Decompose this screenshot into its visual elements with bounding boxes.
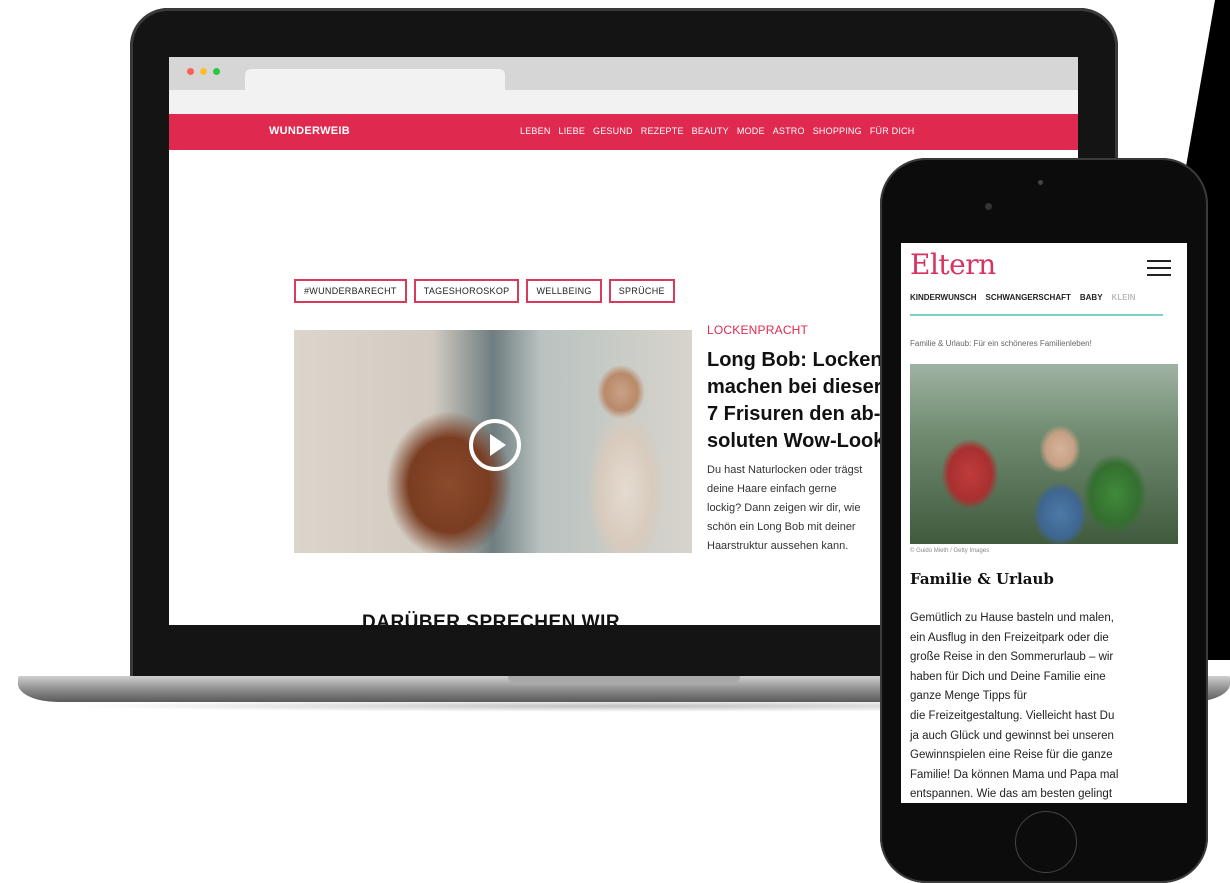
nav-item-mode[interactable]: MODE xyxy=(737,126,765,136)
breadcrumb: Familie & Urlaub: Für ein schöneres Fami… xyxy=(910,339,1092,348)
play-icon[interactable] xyxy=(469,419,521,471)
site-nav: LEBEN LIEBE GESUND REZEPTE BEAUTY MODE A… xyxy=(520,126,914,136)
nav-item-klein[interactable]: KLEIN xyxy=(1112,293,1136,302)
nav-divider xyxy=(910,314,1163,316)
home-button[interactable] xyxy=(1015,811,1077,873)
family-photo xyxy=(910,364,1178,544)
hamburger-menu-icon[interactable] xyxy=(1147,260,1171,281)
window-controls xyxy=(187,68,220,75)
image-caption: © Guido Mieth / Getty Images xyxy=(910,548,990,554)
eltern-nav: KINDERWUNSCH SCHWANGERSCHAFT BABY KLEIN xyxy=(910,293,1187,302)
nav-item-schwangerschaft[interactable]: SCHWANGERSCHAFT xyxy=(986,293,1071,302)
article-body: Gemütlich zu Hause basteln und malen, ei… xyxy=(910,612,1119,801)
nav-item-baby[interactable]: BABY xyxy=(1080,293,1103,302)
tag-list: #WUNDERBARECHT TAGESHOROSKOP WELLBEING S… xyxy=(294,279,675,303)
device-mockup: WUNDERWEIB LEBEN LIEBE GESUND REZEPTE BE… xyxy=(0,0,1230,883)
tag-wunderbarecht[interactable]: #WUNDERBARECHT xyxy=(294,279,407,303)
nav-item-rezepte[interactable]: REZEPTE xyxy=(641,126,684,136)
nav-item-shopping[interactable]: SHOPPING xyxy=(813,126,862,136)
site-logo[interactable]: WUNDERWEIB xyxy=(269,125,350,137)
nav-item-fuer-dich[interactable]: FÜR DICH xyxy=(870,126,915,136)
close-dot-icon[interactable] xyxy=(187,68,194,75)
tag-sprueche[interactable]: SPRÜCHE xyxy=(608,279,675,303)
minimize-dot-icon[interactable] xyxy=(200,68,207,75)
tag-tageshoroskop[interactable]: TAGESHOROSKOP xyxy=(413,279,520,303)
camera-icon xyxy=(985,203,992,210)
nav-item-beauty[interactable]: BEAUTY xyxy=(692,126,729,136)
nav-item-kinderwunsch[interactable]: KINDERWUNSCH xyxy=(910,293,977,302)
phone-frame: Eltern KINDERWUNSCH SCHWANGERSCHAFT BABY… xyxy=(880,158,1208,883)
phone-speaker xyxy=(1038,180,1043,185)
browser-chrome xyxy=(169,57,1078,114)
nav-item-liebe[interactable]: LIEBE xyxy=(559,126,586,136)
site-header: WUNDERWEIB LEBEN LIEBE GESUND REZEPTE BE… xyxy=(169,114,1078,150)
nav-item-gesund[interactable]: GESUND xyxy=(593,126,633,136)
article-teaser: Du hast Naturlocken oder trägst deine Ha… xyxy=(707,464,863,552)
nav-item-leben[interactable]: LEBEN xyxy=(520,126,551,136)
laptop-notch xyxy=(508,676,740,685)
page-title: Familie & Urlaub xyxy=(910,570,1054,588)
article-kicker: LOCKENPRACHT xyxy=(707,323,809,337)
section-title: DARÜBER SPRECHEN WIR xyxy=(362,612,621,625)
nav-item-astro[interactable]: ASTRO xyxy=(773,126,805,136)
phone-screen: Eltern KINDERWUNSCH SCHWANGERSCHAFT BABY… xyxy=(901,243,1187,803)
eltern-logo[interactable]: Eltern xyxy=(910,248,996,281)
address-bar[interactable] xyxy=(169,90,1078,114)
article-headline[interactable]: Long Bob: Locken machen bei dieser 7 Fri… xyxy=(707,347,897,455)
tag-wellbeing[interactable]: WELLBEING xyxy=(526,279,602,303)
maximize-dot-icon[interactable] xyxy=(213,68,220,75)
browser-tab[interactable] xyxy=(245,69,505,90)
